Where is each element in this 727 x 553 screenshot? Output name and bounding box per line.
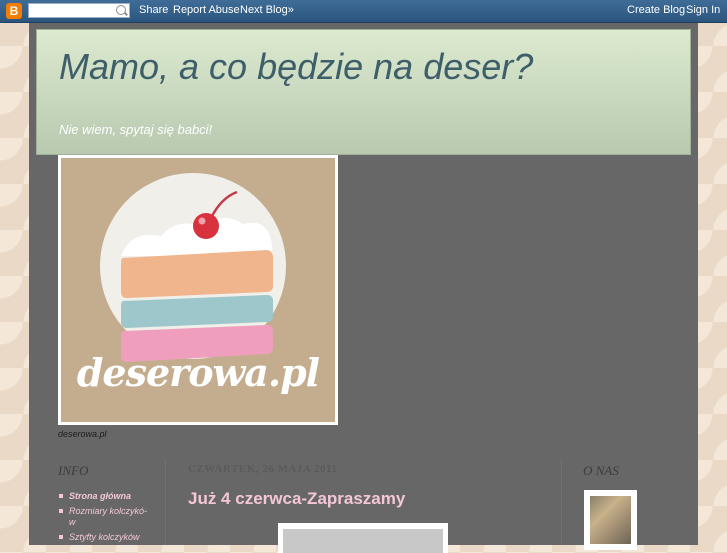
sidebar-item-earring-studs[interactable]: Sztyfty kolczyków: [58, 532, 150, 543]
blog-description: Nie wiem, spytaj się babci!: [59, 122, 213, 137]
post-image[interactable]: [278, 523, 448, 553]
header-logo-image[interactable]: deserowa.pl: [58, 155, 338, 425]
blogger-navbar: B Share Report Abuse Next Blog» Create B…: [0, 0, 727, 23]
profile-photo[interactable]: [584, 490, 637, 550]
sign-in-link[interactable]: Sign In: [686, 4, 720, 16]
next-blog-link[interactable]: Next Blog»: [240, 4, 294, 16]
share-link[interactable]: Share: [139, 4, 168, 16]
sidebar-item-home[interactable]: Strona główna: [58, 491, 150, 502]
report-abuse-link[interactable]: Report Abuse: [173, 4, 240, 16]
sidebar-item-earring-sizes[interactable]: Rozmiary kolczykó­w: [58, 506, 150, 528]
left-column-divider: [165, 460, 166, 545]
sidebar-pages-list: Strona główna Rozmiary kolczykó­w Sztyft…: [58, 491, 150, 547]
blog-title[interactable]: Mamo, a co będzie na deser?: [59, 46, 533, 88]
cake-logo: deserowa.pl: [61, 158, 335, 422]
post-image-content: [283, 529, 443, 553]
logo-caption: deserowa.pl: [58, 429, 107, 439]
post-title[interactable]: Już 4 czerwca-Zapraszamy: [188, 489, 405, 509]
create-blog-link[interactable]: Create Blog: [627, 4, 685, 16]
blog-header: Mamo, a co będzie na deser? Nie wiem, sp…: [36, 29, 691, 155]
post-date-header: CZWARTEK, 26 MAJA 2011: [188, 463, 338, 475]
search-input[interactable]: [28, 3, 130, 18]
about-us-title: O NAS: [583, 463, 619, 478]
sidebar-info-title: INFO: [58, 463, 89, 478]
blogger-logo-icon[interactable]: B: [6, 3, 22, 19]
search-icon[interactable]: [116, 5, 126, 15]
profile-photo-content: [590, 496, 631, 544]
right-column-divider: [561, 460, 562, 545]
logo-wordmark: deserowa.pl: [76, 350, 320, 395]
